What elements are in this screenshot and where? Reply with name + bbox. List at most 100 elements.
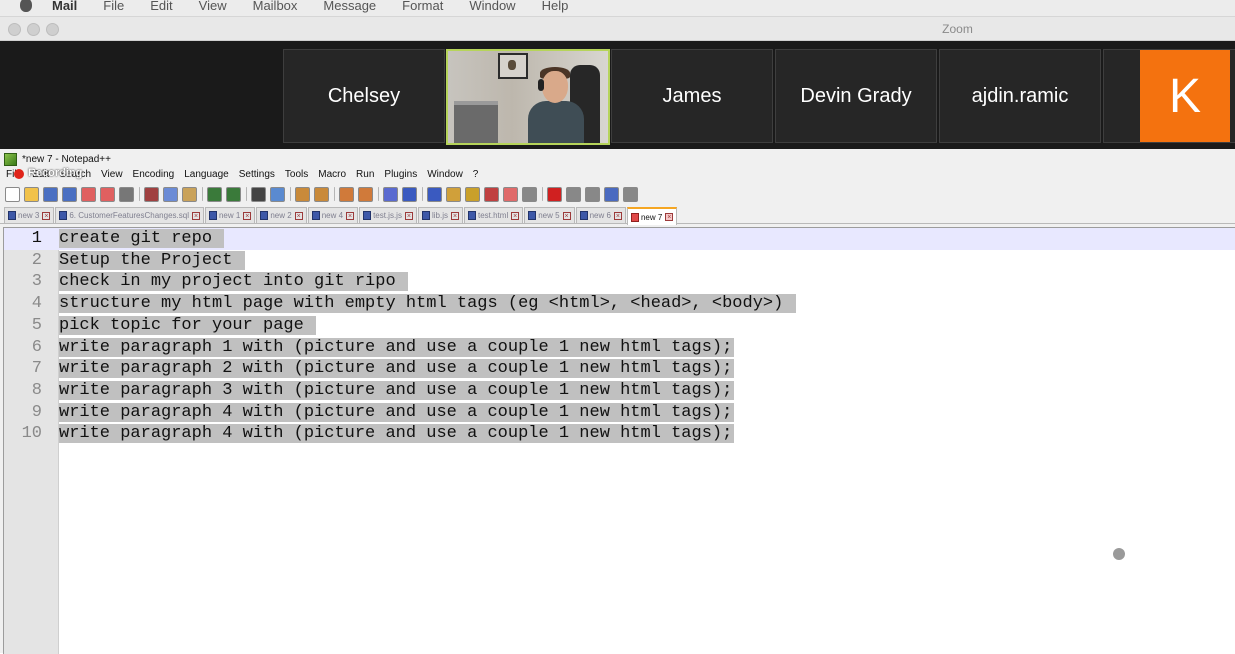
editor-line[interactable]: 3 check in my project into git ripo [4, 271, 1235, 293]
tab-label: test.js.js [373, 211, 402, 220]
zoom-in-icon[interactable] [295, 186, 310, 202]
save-all-icon[interactable] [62, 186, 77, 202]
close-tab-icon[interactable]: × [450, 211, 459, 220]
mac-menu-bar: Mail File Edit View Mailbox Message Format Wind… [0, 0, 1235, 17]
document-tab[interactable]: new 1 × [204, 207, 256, 223]
document-tab[interactable]: new 6 × [575, 207, 626, 223]
word-wrap-icon[interactable] [383, 186, 398, 202]
sync-horizontal-icon[interactable] [358, 186, 373, 202]
replace-icon[interactable] [270, 186, 285, 202]
function-list-icon[interactable] [484, 186, 499, 202]
participant-name: Chelsey [327, 84, 401, 107]
monitor-icon[interactable] [522, 186, 537, 202]
paste-icon[interactable] [182, 186, 197, 202]
close-all-icon[interactable] [100, 186, 115, 202]
editor-line[interactable]: 9 write paragraph 4 with (picture and use… [4, 402, 1235, 424]
apple-icon[interactable] [20, 0, 32, 12]
show-all-chars-icon[interactable] [402, 186, 417, 202]
save-macro-icon[interactable] [623, 186, 638, 202]
document-tab[interactable]: test.js.js × [359, 207, 417, 223]
participant-tile[interactable]: ajdin.ramic [939, 49, 1101, 143]
print-icon[interactable] [119, 186, 134, 202]
redo-icon[interactable] [226, 186, 241, 202]
file-icon [208, 211, 217, 220]
fold-icon[interactable] [446, 186, 461, 202]
stop-macro-icon[interactable] [566, 186, 581, 202]
play-macro-icon[interactable] [585, 186, 600, 202]
editor-line[interactable]: 2 Setup the Project [4, 250, 1235, 272]
editor-line[interactable]: 7 write paragraph 2 with (picture and use… [4, 358, 1235, 380]
menu-item[interactable]: Window [427, 169, 463, 183]
tab-label: new 5 [538, 211, 560, 220]
document-tab[interactable]: lib.js × [417, 207, 463, 223]
menu-item[interactable]: Settings [239, 169, 275, 183]
menu-item[interactable]: Macro [318, 169, 346, 183]
editor-area[interactable]: 1 create git repo 2 Setup the Project 3 che… [3, 227, 1235, 654]
line-number: 10 [21, 424, 42, 444]
open-file-icon[interactable] [24, 186, 39, 202]
close-tab-icon[interactable]: × [511, 211, 520, 220]
close-tab-icon[interactable]: × [42, 211, 51, 220]
close-tab-icon[interactable]: × [346, 211, 355, 220]
document-tab[interactable]: new 2 × [256, 207, 307, 223]
find-icon[interactable] [251, 186, 266, 202]
close-tab-icon[interactable]: × [404, 211, 413, 220]
mac-menu-item[interactable]: Help [542, 0, 569, 13]
mouse-pointer-icon [1113, 548, 1125, 560]
participant-tile-avatar[interactable]: K [1103, 49, 1235, 143]
editor-line[interactable]: 4 structure my html page with empty html … [4, 293, 1235, 315]
undo-icon[interactable] [207, 186, 222, 202]
indent-guide-icon[interactable] [427, 186, 442, 202]
doc-map-icon[interactable] [465, 186, 480, 202]
sync-vertical-icon[interactable] [339, 186, 354, 202]
mac-menu-item[interactable]: Window [469, 0, 515, 13]
document-tab[interactable]: test.html × [463, 207, 524, 223]
zoom-title-bar: Zoom [0, 17, 1235, 41]
run-macro-multiple-icon[interactable] [604, 186, 619, 202]
folder-workspace-icon[interactable] [503, 186, 518, 202]
close-tab-icon[interactable]: × [243, 211, 252, 220]
record-macro-icon[interactable] [547, 186, 562, 202]
active-speaker-video[interactable] [446, 49, 610, 145]
close-tab-icon[interactable]: × [191, 211, 200, 220]
document-tab[interactable]: new 5 × [524, 207, 575, 223]
menu-item[interactable]: Encoding [133, 169, 175, 183]
menu-item[interactable]: ? [473, 169, 479, 183]
zoom-out-icon[interactable] [314, 186, 329, 202]
close-icon[interactable] [81, 186, 96, 202]
cut-icon[interactable] [144, 186, 159, 202]
editor-line[interactable]: 5 pick topic for your page [4, 315, 1235, 337]
active-document-tab[interactable]: new 7 × [626, 207, 678, 225]
save-icon[interactable] [43, 186, 58, 202]
editor-line[interactable]: 10 write paragraph 4 with (picture and us… [4, 423, 1235, 445]
editor-line[interactable]: 8 write paragraph 3 with (picture and use… [4, 380, 1235, 402]
editor-line[interactable]: 1 create git repo [4, 228, 1235, 250]
toolbar-separator [378, 187, 379, 201]
close-tab-icon[interactable]: × [562, 211, 571, 220]
document-tab[interactable]: 6. CustomerFeaturesChanges.sql × [55, 207, 204, 223]
mac-menu-item[interactable]: Mailbox [253, 0, 298, 13]
menu-item[interactable]: Run [356, 169, 374, 183]
participant-tile[interactable]: James [611, 49, 773, 143]
editor-line[interactable]: 6 write paragraph 1 with (picture and use… [4, 337, 1235, 359]
close-tab-icon[interactable]: × [613, 211, 622, 220]
document-tab[interactable]: new 4 × [307, 207, 359, 223]
menu-item[interactable]: Plugins [384, 169, 417, 183]
participant-tile[interactable]: Chelsey [283, 49, 445, 143]
new-file-icon[interactable] [5, 186, 20, 202]
mac-menu-item[interactable]: File [103, 0, 124, 13]
mac-menu-item[interactable]: Edit [150, 0, 172, 13]
close-tab-icon[interactable]: × [665, 213, 674, 221]
menu-item[interactable]: Language [184, 169, 229, 183]
close-tab-icon[interactable]: × [294, 211, 303, 220]
participant-tile[interactable]: Devin Grady [775, 49, 937, 143]
mac-menu-item[interactable]: View [199, 0, 227, 13]
menu-item[interactable]: Tools [285, 169, 308, 183]
mac-menu-item[interactable]: Message [323, 0, 376, 13]
menu-item[interactable]: View [101, 169, 123, 183]
copy-icon[interactable] [163, 186, 178, 202]
document-tab[interactable]: new 3 × [4, 207, 55, 223]
notepad-app-icon [4, 152, 17, 166]
mac-menu-app-name[interactable]: Mail [52, 0, 77, 13]
mac-menu-item[interactable]: Format [402, 0, 443, 13]
